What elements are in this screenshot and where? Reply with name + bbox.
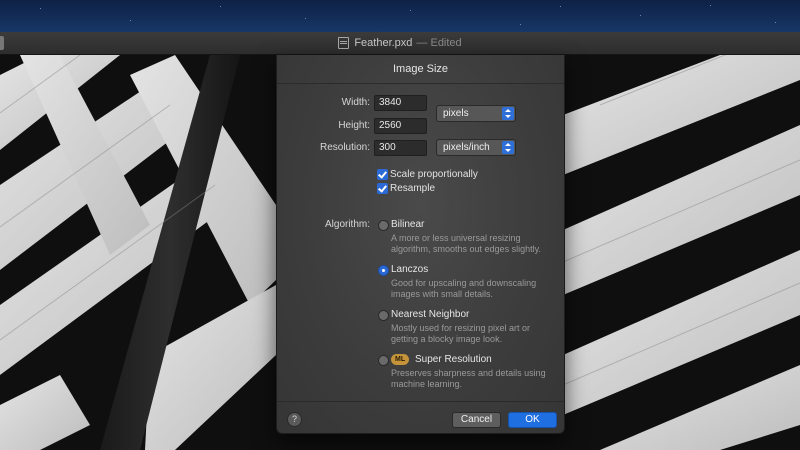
algorithm-name: Super Resolution xyxy=(415,354,492,365)
algorithm-name: Bilinear xyxy=(391,219,425,230)
cancel-button[interactable]: Cancel xyxy=(452,412,501,428)
algorithm-radio-bilinear[interactable] xyxy=(378,220,389,231)
sidebar-handle[interactable] xyxy=(0,36,4,50)
resolution-field[interactable]: 300 xyxy=(374,140,427,156)
document-icon xyxy=(338,37,350,49)
resample-checkbox[interactable] xyxy=(377,183,388,194)
height-label: Height: xyxy=(338,120,370,131)
size-unit-select[interactable]: pixels xyxy=(436,105,516,122)
height-field[interactable]: 2560 xyxy=(374,118,427,134)
width-label: Width: xyxy=(341,97,370,108)
algorithm-radio-lanczos[interactable] xyxy=(378,265,389,276)
help-button[interactable]: ? xyxy=(287,412,302,427)
algorithm-radio-nearest-neighbor[interactable] xyxy=(378,310,389,321)
resample-label: Resample xyxy=(390,183,436,194)
size-unit-value: pixels xyxy=(443,108,469,119)
resolution-label: Resolution: xyxy=(319,142,370,153)
algorithm-description: Good for upscaling and downscaling image… xyxy=(391,278,537,299)
algorithm-radio-super-resolution[interactable] xyxy=(378,355,389,366)
dialog-title: Image Size xyxy=(277,55,564,84)
ml-badge: ML xyxy=(391,354,410,365)
window-titlebar[interactable]: Feather.pxd — Edited xyxy=(0,32,800,55)
chevron-updown-icon xyxy=(502,107,514,120)
algorithm-description: A more or less universal resizing algori… xyxy=(391,233,541,254)
desktop-background xyxy=(0,0,800,32)
image-size-dialog: Image Size Width: 3840 Height: 2560 pixe… xyxy=(276,55,565,434)
scale-proportionally-checkbox[interactable] xyxy=(377,169,388,180)
chevron-updown-icon xyxy=(502,141,514,154)
width-field[interactable]: 3840 xyxy=(374,95,427,111)
footer-divider xyxy=(277,401,564,402)
window-title: Feather.pxd xyxy=(354,37,413,49)
algorithm-name: Lanczos xyxy=(391,264,429,275)
algorithm-description: Preserves sharpness and details using ma… xyxy=(391,368,546,389)
ok-button[interactable]: OK xyxy=(508,412,557,428)
algorithm-description: Mostly used for resizing pixel art or ge… xyxy=(391,323,531,344)
scale-proportionally-label: Scale proportionally xyxy=(390,169,478,180)
algorithm-label: Algorithm: xyxy=(324,219,370,230)
resolution-unit-value: pixels/inch xyxy=(443,142,490,153)
resolution-unit-select[interactable]: pixels/inch xyxy=(436,139,516,156)
edited-status: — Edited xyxy=(416,37,462,49)
algorithm-name: Nearest Neighbor xyxy=(391,309,470,320)
